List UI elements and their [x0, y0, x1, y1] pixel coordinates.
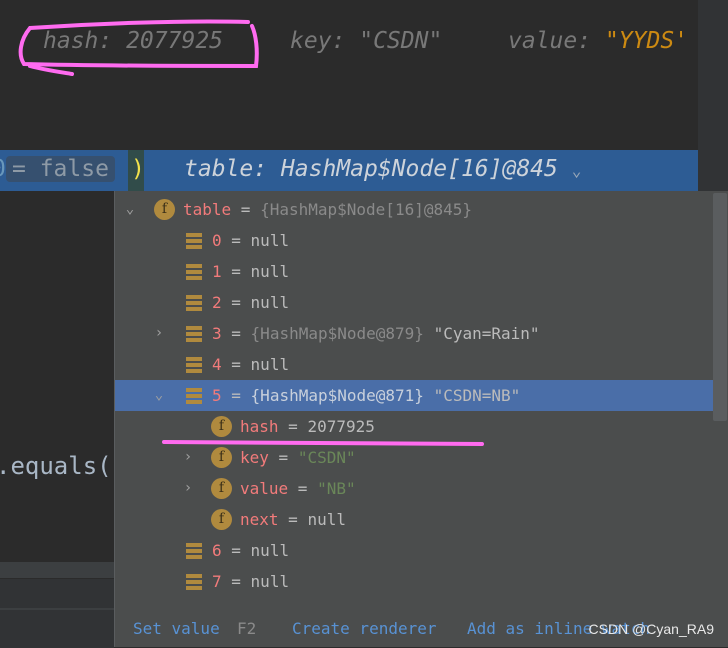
annotation-underline — [162, 440, 484, 446]
pink-annotations — [18, 19, 484, 446]
annotation-circle — [18, 19, 259, 76]
